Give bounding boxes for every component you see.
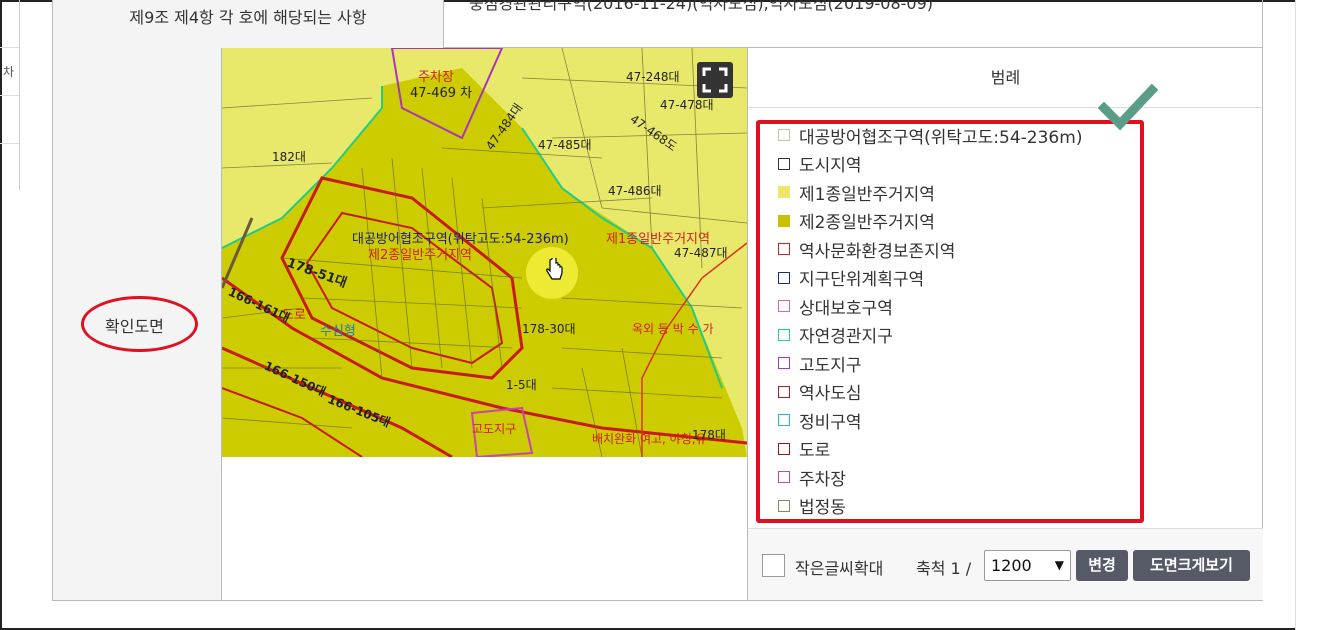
legend-item-label: 법정동	[799, 498, 846, 518]
left-side-cell	[0, 0, 19, 48]
map-label: 1-5대	[506, 378, 537, 392]
map-label: 수심형	[320, 324, 356, 339]
legend-item: 법정동	[778, 492, 846, 520]
hand-cursor-icon	[546, 258, 563, 280]
legend-item-label: 제1종일반주거지역	[799, 184, 935, 205]
scale-label: 축척 1 /	[916, 559, 972, 578]
map-label: 47-478대	[660, 98, 714, 112]
legend-swatch	[778, 357, 790, 369]
legend-swatch	[778, 471, 790, 483]
legend-item-label: 역사문화환경보존지역	[799, 241, 956, 262]
map-label: 47-469 차	[410, 86, 473, 101]
map-label: 고도지구	[472, 422, 517, 436]
legend-item: 고도지구	[778, 349, 862, 377]
legend-item-label: 제2종일반주거지역	[799, 213, 935, 233]
legend-swatch	[778, 328, 790, 341]
map-label: 배치완화 여고, 야청,유	[592, 432, 707, 446]
legend-item-label: 자연경관지구	[799, 327, 893, 347]
info-table: 제9조 제4항 각 호에 해당되는 사항 중점경관관리구역(2016-11-24…	[52, 0, 1263, 601]
legend-item-label: 고도지구	[799, 355, 862, 376]
checkmark-icon	[1098, 84, 1158, 131]
legend-item: 제2종일반주거지역	[778, 207, 935, 235]
table-row: 제9조 제4항 각 호에 해당되는 사항 중점경관관리구역(2016-11-24…	[53, 0, 1262, 48]
highlight-ellipse	[81, 296, 198, 352]
legend-item: 도로	[778, 435, 830, 463]
legend-item: 대공방어협조구역(위탁고도:54-236m)	[778, 121, 1082, 149]
legend-item-label: 지구단위계획구역	[799, 270, 925, 290]
legend-item-label: 대공방어협조구역(위탁고도:54-236m)	[799, 127, 1083, 148]
fullscreen-button[interactable]	[697, 62, 733, 98]
map-label: 옥외 등 박 수 가	[632, 322, 714, 336]
legend-highlight-box: 대공방어협조구역(위탁고도:54-236m) 도시지역 제1종일반주거지역 제2…	[756, 120, 1144, 523]
enlarge-text-checkbox[interactable]	[762, 554, 785, 577]
left-side-cell[interactable]: 차	[0, 48, 19, 96]
legend-item: 주차장	[778, 463, 846, 491]
legend-item: 상대보호구역	[778, 292, 893, 320]
chevron-down-icon: ▼	[1054, 558, 1064, 572]
expand-icon	[702, 67, 728, 93]
legend-swatch	[778, 214, 790, 227]
legend-item-label: 상대보호구역	[799, 298, 893, 319]
map-label: 47-248대	[626, 70, 680, 84]
legend-item-label: 주차장	[799, 469, 846, 490]
legend-swatch	[778, 385, 790, 398]
row-header-map: 확인도면	[53, 48, 222, 600]
legend-swatch	[778, 442, 790, 455]
map-label: 182대	[272, 150, 306, 164]
confirm-map[interactable]: 주차장 47-469 차 47-248대 47-478대 47-484대 47-…	[222, 48, 747, 457]
legend-item: 역사도심	[778, 378, 862, 406]
legend-swatch	[778, 414, 790, 426]
legend-item: 제1종일반주거지역	[778, 178, 935, 206]
left-side-panel: 차	[0, 0, 20, 190]
map-label: 제1종일반주거지역	[606, 232, 710, 247]
legend-item: 정비구역	[778, 406, 862, 434]
enlarge-text-label: 작은글씨확대	[795, 559, 884, 578]
row-value-clause: 중점경관관리구역(2016-11-24)(역사도심),역사도심(2019-08-…	[469, 0, 934, 13]
legend-item: 지구단위계획구역	[778, 264, 924, 292]
legend-title: 범례	[748, 48, 1263, 108]
right-scroll-area[interactable]	[1295, 0, 1327, 630]
legend-item-label: 도시지역	[799, 156, 862, 176]
scale-select-value: 1200	[991, 556, 1032, 575]
legend-swatch	[778, 129, 790, 141]
scale-select[interactable]: 1200 ▼	[984, 550, 1071, 581]
map-label: 178-30대	[522, 322, 576, 336]
large-map-button[interactable]: 도면크게보기	[1133, 550, 1250, 581]
map-controls: 작은글씨확대 축척 1 / 1200 ▼ 변경 도면크게보기	[747, 528, 1263, 600]
legend-item: 도시지역	[778, 150, 862, 178]
map-label: 제2종일반주거지역	[368, 248, 472, 263]
legend-swatch	[778, 243, 790, 255]
legend-item-label: 정비구역	[799, 412, 862, 433]
legend-item: 자연경관지구	[778, 321, 893, 349]
change-button[interactable]: 변경	[1076, 550, 1128, 581]
legend-swatch	[778, 186, 790, 198]
left-side-cell	[0, 96, 19, 144]
legend-panel: 범례 대공방어협조구역(위탁고도:54-236m) 도시지역 제1종일반주거지역…	[747, 48, 1263, 528]
legend-swatch	[778, 499, 790, 512]
legend-item: 역사문화환경보존지역	[778, 235, 955, 263]
legend-item-label: 도로	[799, 441, 831, 461]
map-label: 47-486대	[608, 184, 662, 198]
legend-swatch	[778, 157, 790, 170]
map-label: 178대	[692, 428, 726, 442]
row-header-clause: 제9조 제4항 각 호에 해당되는 사항	[53, 0, 444, 48]
legend-swatch	[778, 300, 790, 312]
legend-item-label: 역사도심	[799, 384, 862, 404]
legend-swatch	[778, 271, 790, 284]
map-label: 47-485대	[538, 138, 592, 152]
